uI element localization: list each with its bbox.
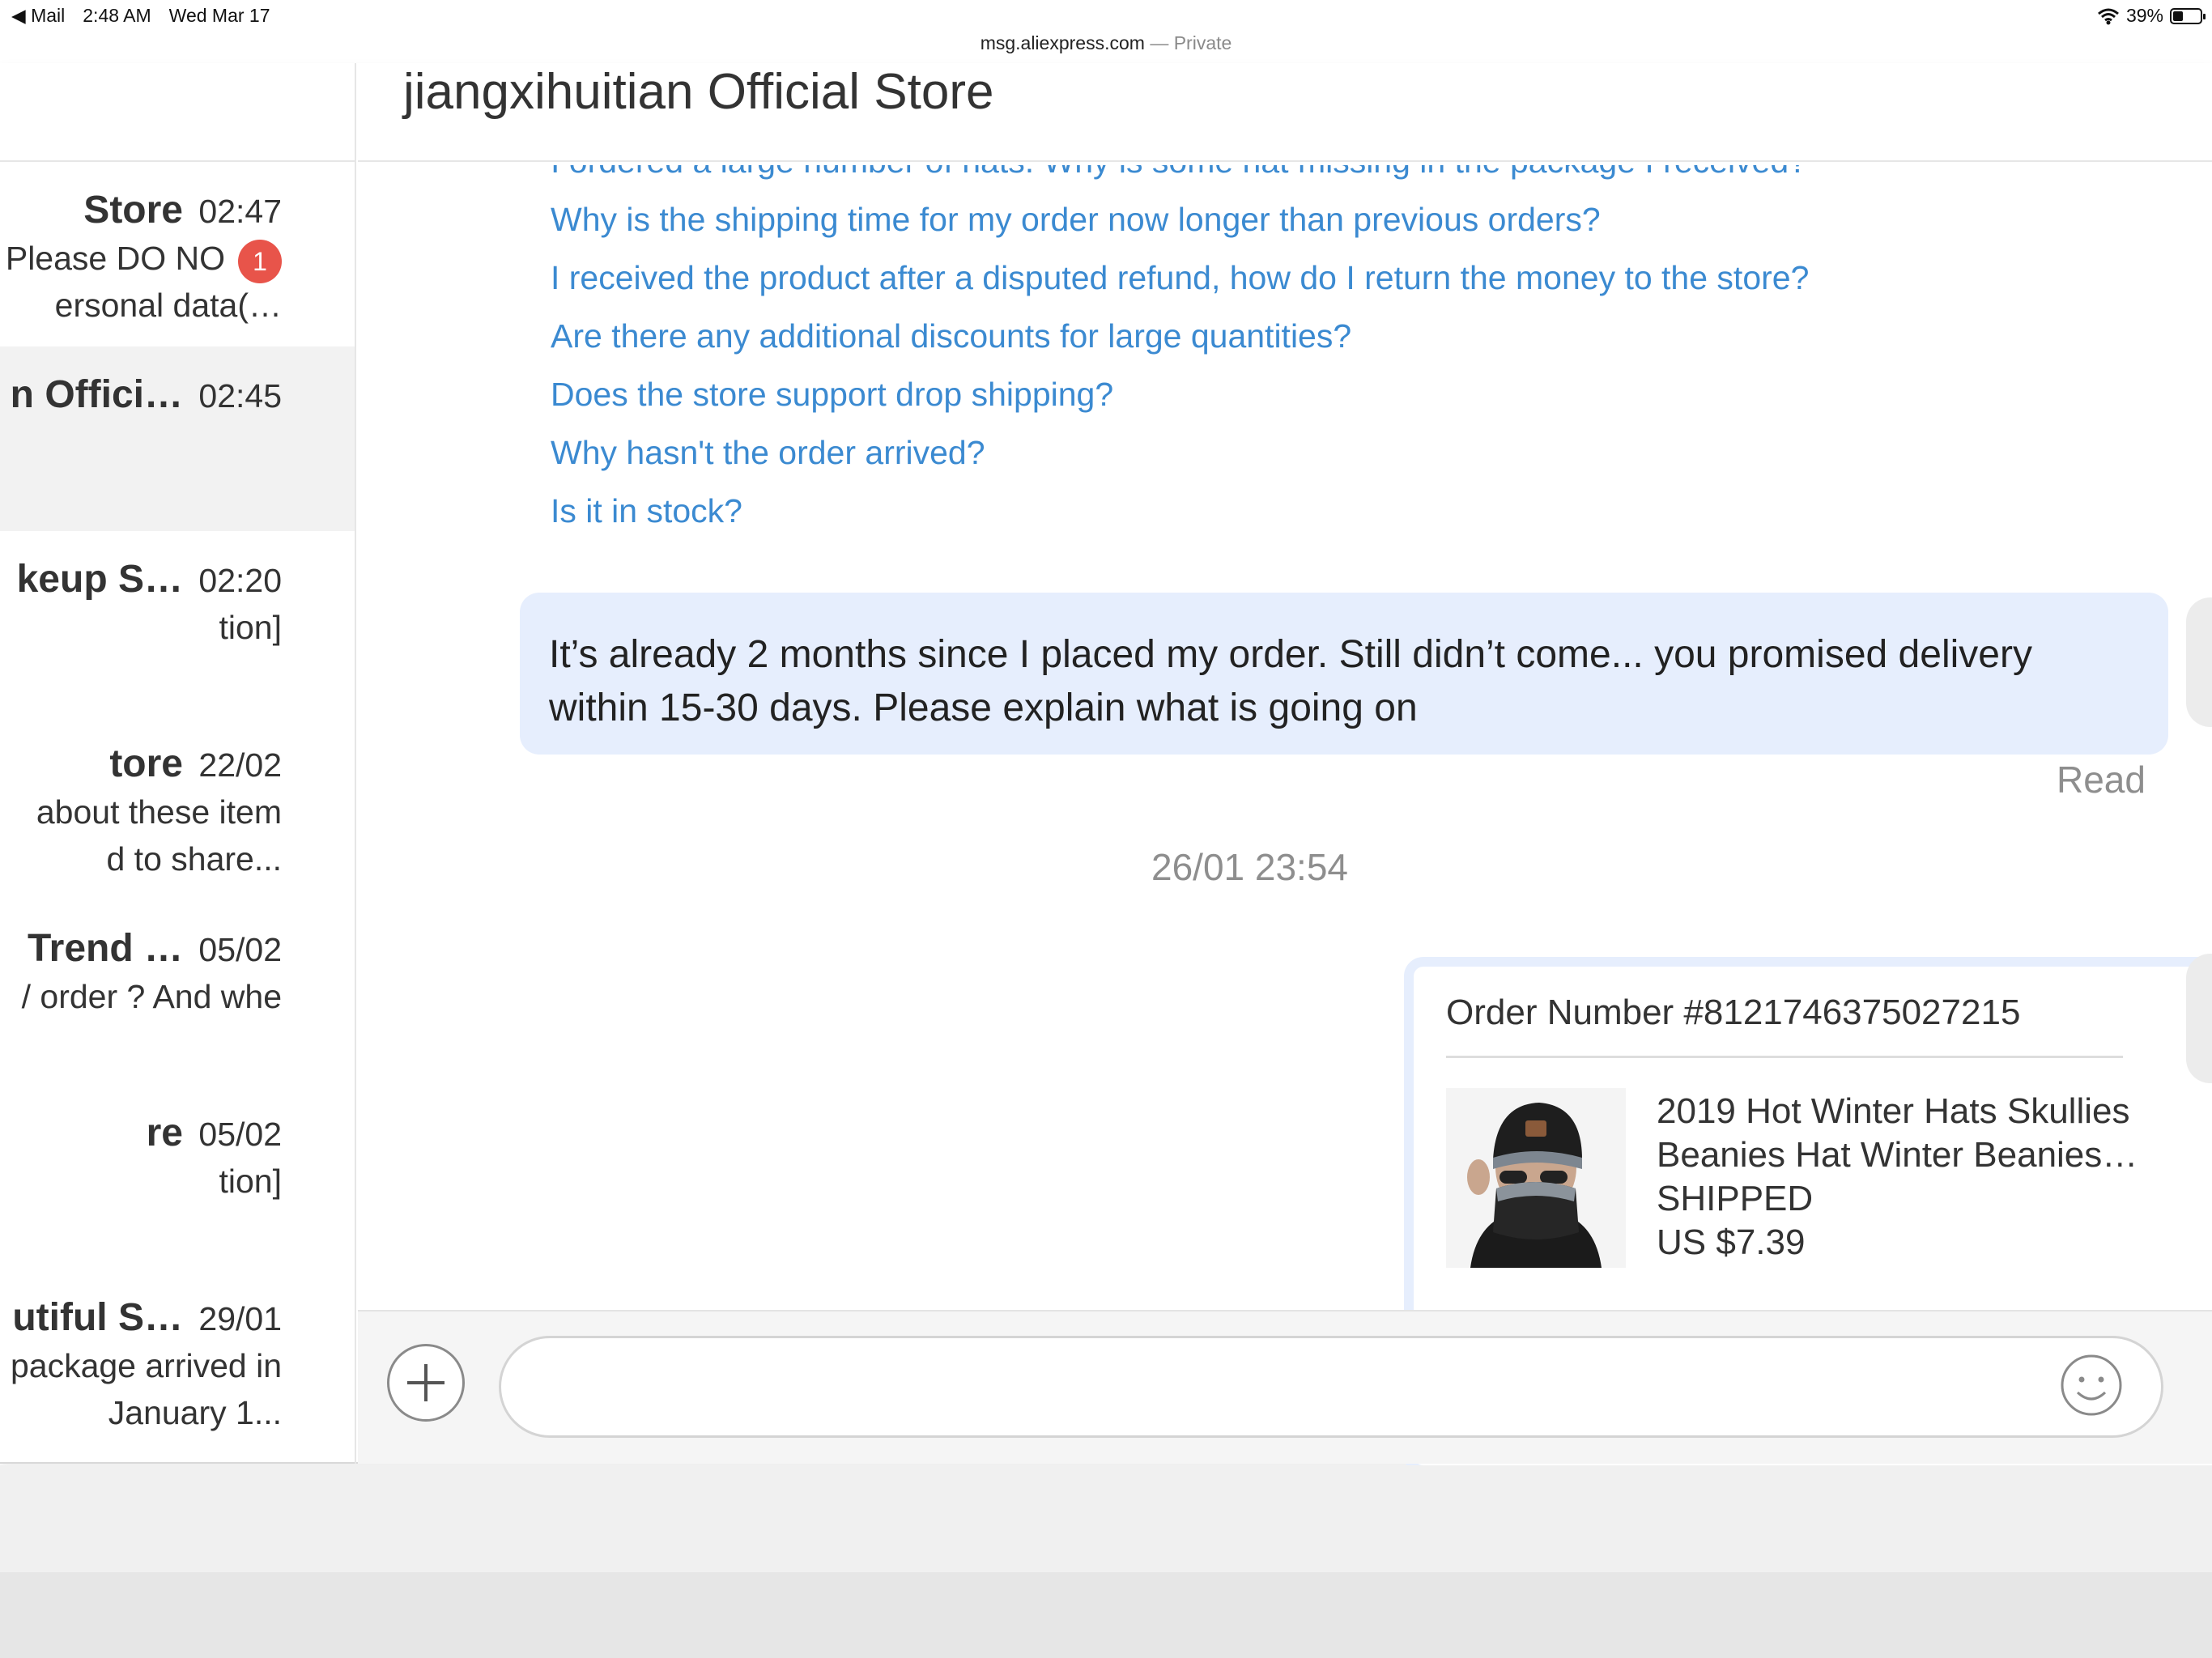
conversation-preview: Please DO NO <box>5 240 225 277</box>
clock: 2:48 AM <box>83 5 151 26</box>
url-text: msg.aliexpress.com <box>980 32 1145 53</box>
private-label: — Private <box>1150 32 1232 53</box>
order-status: SHIPPED <box>1657 1179 1814 1218</box>
faq-list: I ordered a large number of hats. Why is… <box>551 165 2170 619</box>
conversation-time: 02:20 <box>198 562 282 599</box>
faq-link[interactable]: Is it in stock? <box>551 492 742 530</box>
message-text-line2: within 15-30 days. Please explain what i… <box>549 687 1418 729</box>
conversation-item[interactable]: re 05/02 tion] <box>0 1085 355 1269</box>
conversation-name: keup S… <box>16 558 183 601</box>
conversation-name: n Offici… <box>10 373 183 416</box>
faq-link[interactable]: Why is the shipping time for my order no… <box>551 201 1601 239</box>
order-price: US $7.39 <box>1657 1222 1806 1262</box>
store-title: jiangxihuitian Official Store <box>403 64 994 120</box>
wifi-icon <box>2097 8 2119 24</box>
plus-icon <box>407 1364 445 1401</box>
faq-link[interactable]: I received the product after a disputed … <box>551 259 1809 297</box>
conversation-item[interactable]: tore 22/02 about these item d to share..… <box>0 716 355 900</box>
product-photo-icon <box>1446 1088 1626 1268</box>
conversation-item[interactable]: utiful S… 29/01 package arrived in Janua… <box>0 1269 355 1454</box>
conversation-time: 02:45 <box>198 377 282 414</box>
battery-percent: 39% <box>2125 5 2163 26</box>
conversation-list: Store 02:47 Please DO NO 1 ersonal data(… <box>0 63 356 1464</box>
order-number: Order Number #8121746375027215 <box>1446 993 2021 1032</box>
status-bar: ◀ Mail 2:48 AM Wed Mar 17 39% <box>0 0 2212 36</box>
date: Wed Mar 17 <box>168 5 270 26</box>
sender-avatar <box>2186 954 2212 1083</box>
conversation-preview-line2: d to share... <box>106 840 282 878</box>
read-receipt: Read <box>2057 759 2146 801</box>
conversation-preview: tion] <box>219 609 283 646</box>
web-page: Store 02:47 Please DO NO 1 ersonal data(… <box>0 63 2212 1475</box>
below-page-area <box>0 1465 2212 1572</box>
product-image <box>1446 1088 1626 1268</box>
conversation-time: 22/02 <box>198 746 282 784</box>
message-text-line1: It’s already 2 months since I placed my … <box>549 633 2032 676</box>
message-input[interactable] <box>499 1336 2163 1438</box>
conversation-list-header <box>0 63 355 162</box>
conversation-item[interactable]: Store 02:47 Please DO NO 1 ersonal data(… <box>0 162 355 346</box>
emoji-icon[interactable] <box>2058 1352 2125 1418</box>
battery-icon <box>2170 7 2206 24</box>
sent-message-bubble: It’s already 2 months since I placed my … <box>520 593 2168 755</box>
browser-bottom-bar <box>0 1572 2212 1658</box>
conversation-time: 05/02 <box>198 1116 282 1153</box>
conversation-time: 02:47 <box>198 193 282 230</box>
conversation-name: Store <box>83 189 183 232</box>
order-product-info: 2019 Hot Winter Hats Skullies Beanies Ha… <box>1657 1090 2138 1265</box>
conversation-preview: tion] <box>219 1163 283 1200</box>
sender-avatar <box>2186 597 2212 727</box>
faq-link[interactable]: Why hasn't the order arrived? <box>551 434 985 472</box>
conversation-item[interactable]: keup S… 02:20 tion] <box>0 531 355 716</box>
order-card-divider <box>1446 1056 2123 1058</box>
conversation-preview: / order ? And whe <box>21 978 282 1015</box>
conversation-name: Trend … <box>27 927 183 970</box>
conversation-time: 29/01 <box>198 1300 282 1337</box>
faq-link[interactable]: Are there any additional discounts for l… <box>551 317 1351 355</box>
conversation-preview: about these item <box>36 793 282 831</box>
faq-link[interactable]: I ordered a large number of hats. Why is… <box>551 165 1807 181</box>
address-bar[interactable]: msg.aliexpress.com — Private <box>0 32 2212 54</box>
header-divider <box>358 160 2212 162</box>
conversation-item-active[interactable]: n Offici… 02:45 <box>0 346 355 531</box>
conversation-preview: package arrived in <box>10 1347 282 1384</box>
message-timestamp: 26/01 23:54 <box>1151 846 1349 888</box>
faq-link[interactable]: Does the store support drop shipping? <box>551 376 1113 414</box>
product-title-line1: 2019 Hot Winter Hats Skullies <box>1657 1091 2130 1131</box>
back-to-mail-link[interactable]: ◀ Mail <box>11 5 65 27</box>
conversation-preview-line2: ersonal data(… <box>54 287 282 324</box>
message-composer <box>358 1310 2212 1464</box>
unread-badge: 1 <box>238 240 282 283</box>
conversation-name: re <box>146 1112 183 1154</box>
conversation-time: 05/02 <box>198 931 282 968</box>
back-app-label: Mail <box>31 5 66 26</box>
add-attachment-button[interactable] <box>387 1344 465 1422</box>
product-title-line2: Beanies Hat Winter Beanies… <box>1657 1135 2138 1175</box>
conversation-preview-line2: January 1... <box>108 1394 282 1431</box>
conversation-name: tore <box>109 742 183 785</box>
conversation-item[interactable]: Trend … 05/02 / order ? And whe <box>0 900 355 1085</box>
back-arrow-icon: ◀ <box>11 5 26 26</box>
conversation-name: utiful S… <box>12 1296 183 1339</box>
chat-panel: jiangxihuitian Official Store I ordered … <box>358 63 2212 1475</box>
